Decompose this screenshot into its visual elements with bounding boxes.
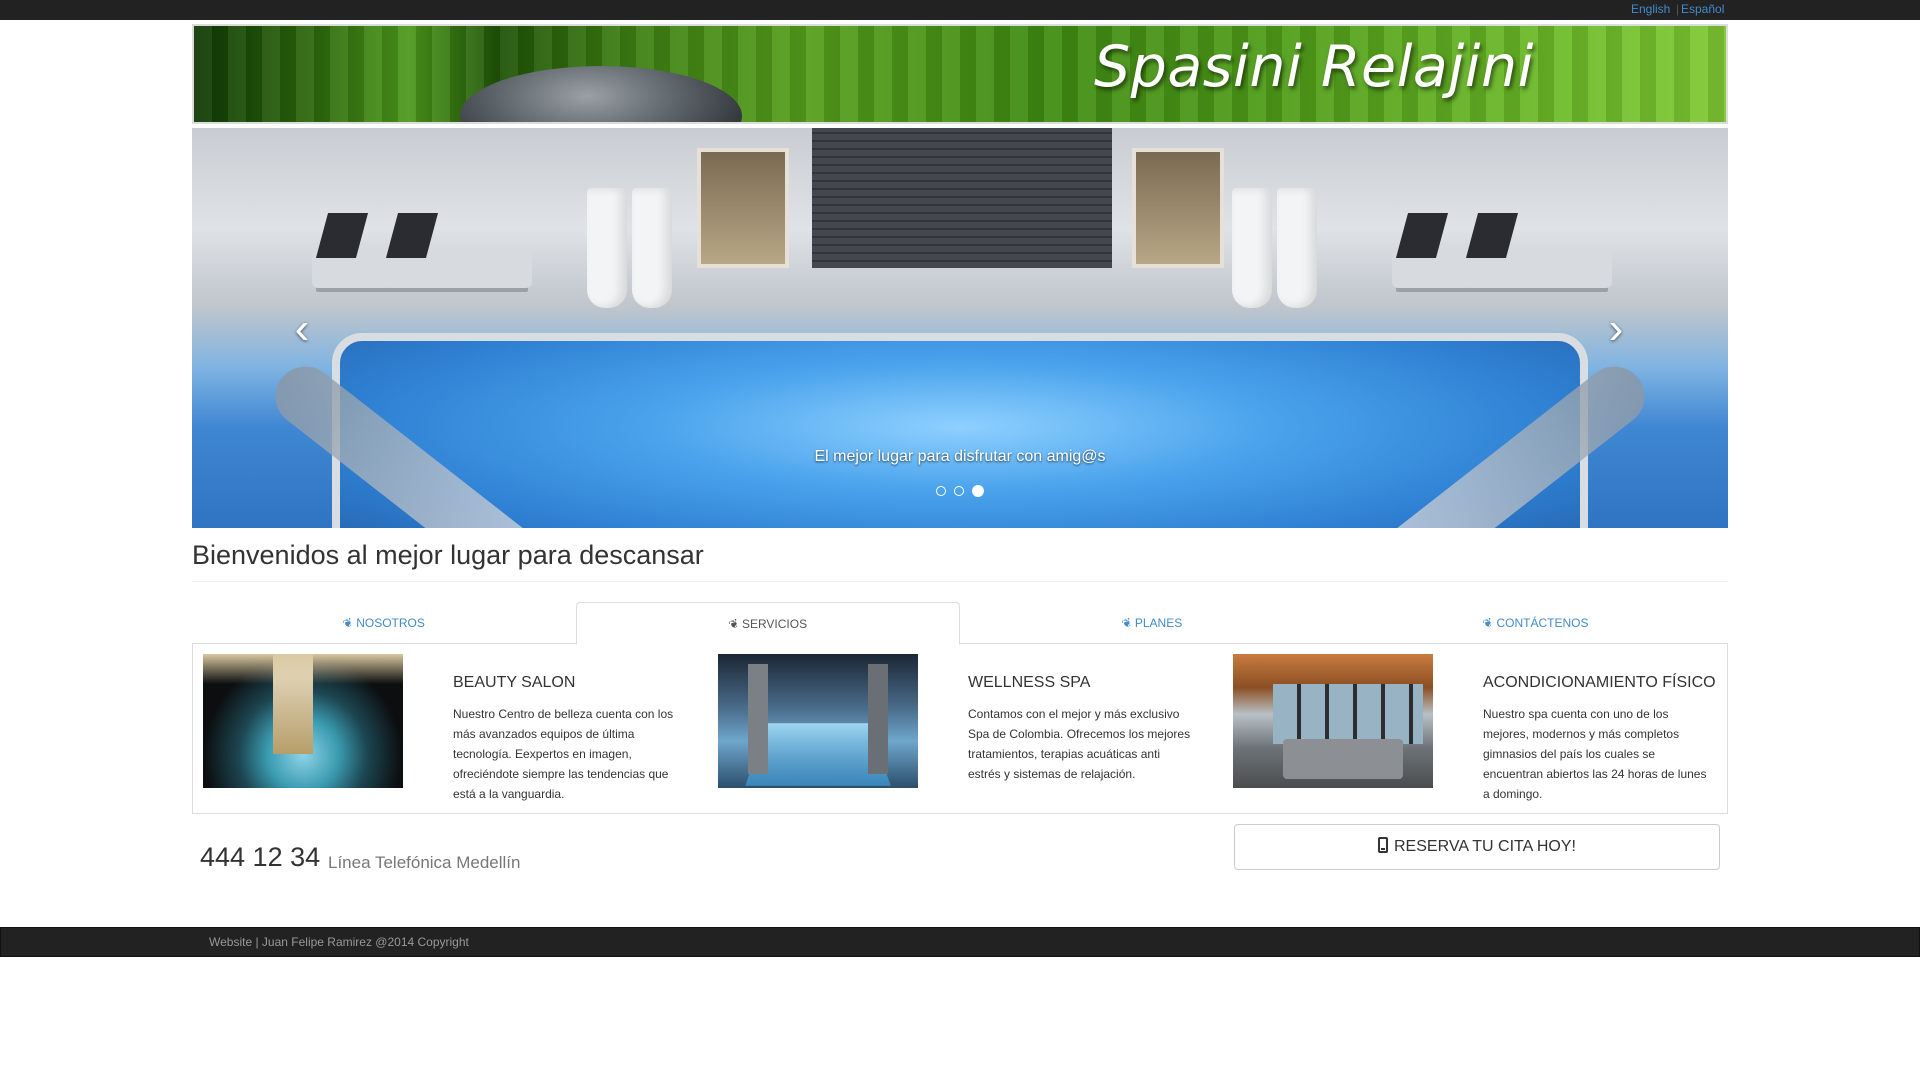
- book-appointment-button[interactable]: RESERVA TU CITA HOY!: [1234, 824, 1720, 870]
- tab-label: SERVICIOS: [741, 617, 808, 631]
- language-spanish-link[interactable]: Español: [1681, 2, 1724, 16]
- slide-image-vase: [1277, 188, 1317, 308]
- service-description: Nuestro Centro de belleza cuenta con los…: [453, 707, 674, 801]
- slide-image-lounger: [382, 213, 532, 288]
- service-title: BEAUTY SALON: [453, 674, 576, 691]
- slide-image-wall: [812, 128, 1112, 268]
- tab-servicios[interactable]: ❦SERVICIOS: [576, 602, 960, 645]
- fitness-gym-image: [1233, 654, 1433, 788]
- language-separator: |: [1676, 2, 1680, 16]
- slide-image-lounger: [1462, 213, 1612, 288]
- hero-carousel: ‹ › El mejor lugar para disfrutar con am…: [192, 128, 1728, 528]
- footer: Website | Juan Felipe Ramirez @2014 Copy…: [0, 927, 1920, 957]
- tab-label: NOSOTROS: [356, 616, 425, 630]
- slide-image-vase: [587, 188, 627, 308]
- carousel-next-button[interactable]: ›: [1596, 304, 1636, 354]
- carousel-indicator-2[interactable]: [954, 485, 964, 496]
- wellness-spa-image: [718, 654, 918, 788]
- carousel-indicator-3[interactable]: [972, 484, 985, 497]
- service-acondicionamiento: ACONDICIONAMIENTO FÍSICO Nuestro spa cue…: [1233, 654, 1723, 804]
- service-description: Nuestro spa cuenta con uno de los mejore…: [1483, 707, 1707, 801]
- page-title: Bienvenidos al mejor lugar para descansa…: [192, 540, 704, 570]
- carousel-prev-button[interactable]: ‹: [282, 304, 322, 354]
- chevron-left-icon: ‹: [294, 304, 310, 353]
- phone-label: Línea Telefónica Medellín: [328, 853, 521, 872]
- slide-image-window-left: [697, 148, 789, 268]
- tab-label: PLANES: [1134, 616, 1183, 630]
- header-banner[interactable]: Spasini Relajini: [192, 24, 1728, 124]
- carousel-caption: El mejor lugar para disfrutar con amig@s: [814, 448, 1106, 465]
- carousel-indicator-1[interactable]: [935, 485, 946, 496]
- top-bar: English | Español: [0, 0, 1920, 20]
- tab-planes[interactable]: ❦PLANES: [960, 602, 1344, 644]
- language-english-link[interactable]: English: [1631, 2, 1670, 16]
- tab-bar: ❦NOSOTROS ❦SERVICIOS ❦PLANES ❦CONTÁCTENO…: [192, 602, 1728, 645]
- slide-image-vase: [1232, 188, 1272, 308]
- tab-contactenos[interactable]: ❦CONTÁCTENOS: [1344, 602, 1728, 644]
- tab-nosotros[interactable]: ❦NOSOTROS: [192, 602, 576, 644]
- mobile-phone-icon: [1378, 837, 1388, 853]
- service-description: Contamos con el mejor y más exclusivo Sp…: [968, 707, 1191, 781]
- brand-logo-text: Spasini Relajini: [1094, 34, 1534, 100]
- slide-image-vase: [632, 188, 672, 308]
- service-title: ACONDICIONAMIENTO FÍSICO: [1483, 674, 1716, 691]
- beauty-salon-image: [203, 654, 403, 788]
- footer-copyright: Website | Juan Felipe Ramirez @2014 Copy…: [209, 935, 469, 949]
- service-title: WELLNESS SPA: [968, 674, 1091, 691]
- service-beauty-salon: BEAUTY SALON Nuestro Centro de belleza c…: [203, 654, 703, 804]
- chevron-right-icon: ›: [1608, 304, 1624, 353]
- phone-number: 444 12 34: [200, 842, 321, 872]
- services-panel: BEAUTY SALON Nuestro Centro de belleza c…: [192, 644, 1728, 814]
- tab-label: CONTÁCTENOS: [1496, 616, 1589, 630]
- slide-image-window-right: [1132, 148, 1224, 268]
- carousel-indicators: [192, 482, 1728, 500]
- cta-label: RESERVA TU CITA HOY!: [1394, 838, 1576, 855]
- service-wellness-spa: WELLNESS SPA Contamos con el mejor y más…: [718, 654, 1218, 804]
- divider: [192, 581, 1728, 582]
